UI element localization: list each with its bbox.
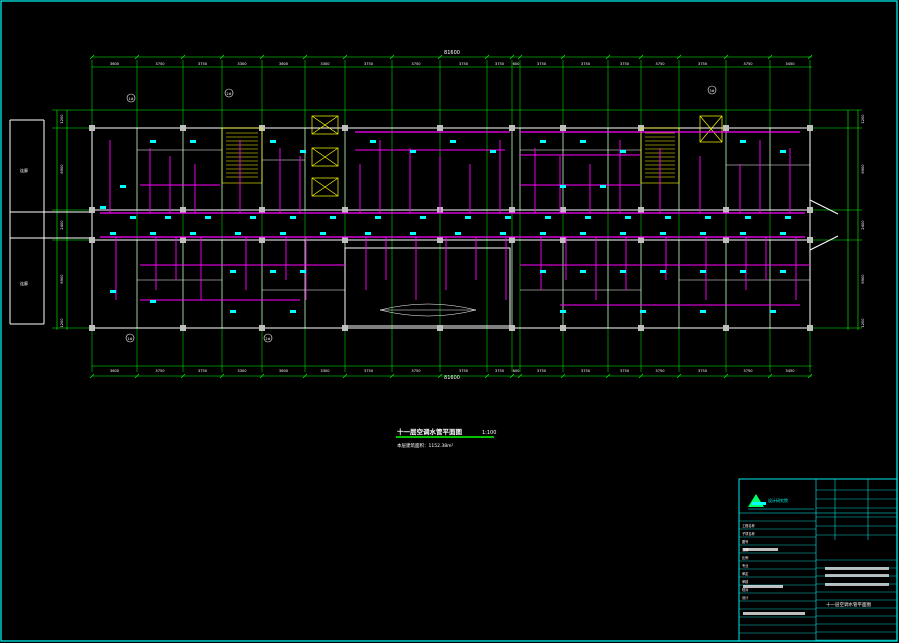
dimension-value: 3750 (743, 62, 753, 66)
title-block-row-label: 比例 (742, 555, 748, 560)
right-dimension-values: 1200 6900 2400 6900 1200 (861, 114, 865, 328)
dimension-value: 3750 (698, 369, 708, 373)
interior-walls (136, 128, 810, 328)
dimension-value: 3750 (495, 62, 505, 66)
dimension-value: 2400 (861, 220, 865, 230)
title-block-row-label: 子项名称 (742, 531, 756, 536)
dimension-value: 3750 (155, 369, 165, 373)
dimension-value: 6900 (861, 164, 865, 174)
title-block-drawing-name: 十一层空调水管平面图 (826, 601, 871, 608)
dimension-value: 3600 (110, 62, 120, 66)
drawing-title: 十一层空调水管平面图 (397, 427, 463, 436)
dimension-value: 6900 (60, 274, 64, 284)
dimension-value: 3750 (155, 62, 165, 66)
title-block-row-label: 工程名称 (742, 523, 756, 528)
title-block-row-label: 审核 (742, 579, 749, 584)
dimension-value: 3750 (743, 369, 753, 373)
dimension-value: 3750 (581, 369, 591, 373)
annex-label-upper: 连廊 (20, 167, 28, 173)
dimension-value: 3750 (459, 62, 469, 66)
dimension-value: 6900 (60, 164, 64, 174)
callout-tags: 1# 2# 1# 2# 3# (125, 85, 717, 343)
title-block-row-label: 图号 (742, 539, 748, 544)
room-tag-2: 2# (226, 92, 231, 96)
dimension-value: 3750 (698, 62, 708, 66)
dimension-value: 1200 (60, 114, 64, 124)
company-name: 设计研究院 (768, 497, 788, 503)
dimension-value: 3750 (655, 62, 665, 66)
dimension-value: 3750 (198, 62, 208, 66)
room-tag-4: 2# (265, 337, 270, 341)
title-block-row-label: 审定 (742, 571, 749, 576)
top-dimension-values: 3600 3750 3750 3300 3600 3300 3750 3750 3750 3750… (110, 62, 795, 66)
dimension-value: 3600 (110, 369, 120, 373)
dimension-value: 600 (513, 369, 521, 373)
dimension-value: 3750 (495, 369, 505, 373)
dimension-value: 3750 (459, 369, 469, 373)
dimension-value: 3300 (320, 369, 330, 373)
dimension-value: 2400 (60, 220, 64, 230)
axis-grid (52, 60, 862, 372)
room-tag-1: 1# (128, 97, 133, 101)
dimension-value: 3450 (785, 369, 795, 373)
dimension-value: 3750 (411, 369, 421, 373)
dimension-value: 3450 (785, 62, 795, 66)
dimension-value: 3600 (279, 62, 289, 66)
dimension-value: 3300 (237, 369, 247, 373)
dimension-value: 3750 (198, 369, 208, 373)
drawing-scale: 1:100 (482, 430, 496, 436)
chilled-water-pipes (100, 131, 805, 238)
title-block-row-label: 设计 (742, 595, 749, 600)
dimension-value: 3300 (320, 62, 330, 66)
dimension-value: 3750 (411, 62, 421, 66)
overall-dim-top: 81600 (444, 50, 460, 56)
title-block: 设计研究院 工程名称子项名称图号日期比例专业审定审核校对设计 十一层空调水管平面… (738, 478, 898, 642)
dimension-value: 3750 (620, 62, 630, 66)
dimension-value: 3750 (537, 62, 547, 66)
dimension-value: 3750 (620, 369, 630, 373)
cad-drawing-canvas: 81600 81600 3600 3750 3750 3300 3600 3300 3750… (0, 0, 898, 642)
fan-coil-units (100, 140, 791, 313)
dimension-value: 600 (513, 62, 521, 66)
room-tag-5: 3# (709, 89, 714, 93)
dimension-value: 1200 (60, 318, 64, 328)
dimension-value: 3750 (537, 369, 547, 373)
dimension-value: 3750 (364, 369, 374, 373)
annex-label-lower: 连廊 (20, 280, 28, 286)
dimension-value: 6900 (861, 274, 865, 284)
dimension-value: 3750 (655, 369, 665, 373)
building-walls (9, 119, 839, 329)
title-block-row-label: 专业 (742, 563, 748, 568)
drawing-subtitle: 本层建筑面积：1152.38m² (397, 442, 453, 449)
room-tag-3: 1# (127, 337, 132, 341)
dimension-value: 1200 (861, 318, 865, 328)
dimension-value: 3750 (364, 62, 374, 66)
left-dimension-values: 1200 6900 2400 6900 1200 (60, 114, 64, 328)
bottom-dimension-values: 3600 3750 3750 3300 3600 3300 3750 3750 3750 3750… (110, 369, 795, 373)
stair-core-left (221, 127, 263, 184)
dimension-value: 1200 (861, 114, 865, 124)
company-logo (748, 494, 764, 507)
dimension-value: 3750 (581, 62, 591, 66)
dimension-value: 3600 (279, 369, 289, 373)
top-dimension-ticks (89, 54, 813, 379)
dimension-value: 3300 (237, 62, 247, 66)
atrium-void (379, 303, 477, 317)
